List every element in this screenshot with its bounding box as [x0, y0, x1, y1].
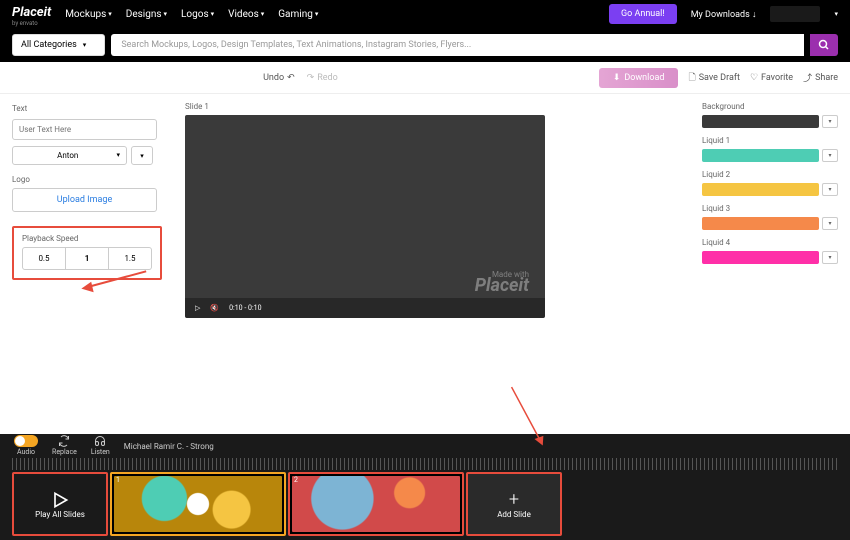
play-icon[interactable]: ▷: [195, 304, 200, 312]
liquid2-color-bar[interactable]: [702, 183, 819, 196]
user-menu[interactable]: [770, 6, 820, 22]
mute-icon[interactable]: 🔇: [210, 304, 219, 312]
search-bar: All Categories▾: [0, 28, 850, 62]
my-downloads-link[interactable]: My Downloads ↓: [691, 9, 757, 20]
nav-videos[interactable]: Videos▾: [228, 9, 264, 20]
color-label-bg: Background: [702, 102, 838, 111]
speed-label: Playback Speed: [22, 234, 152, 243]
background-color-bar[interactable]: [702, 115, 819, 128]
speed-1-button[interactable]: 1: [66, 247, 109, 270]
timeline-slide-2[interactable]: 2: [288, 472, 464, 536]
liquid1-color-bar[interactable]: [702, 149, 819, 162]
timeline-slide-1[interactable]: 1: [110, 472, 286, 536]
replace-icon: [58, 435, 70, 447]
timeline-toolbar: Audio Replace Listen Michael Ramir C. - …: [0, 434, 850, 458]
undo-icon: ↶: [287, 73, 295, 83]
video-controls: ▷ 🔇 0:10 - 0:10: [185, 298, 545, 318]
search-input[interactable]: [111, 34, 804, 56]
download-icon: ⬇: [613, 73, 621, 83]
text-color-select[interactable]: ▾: [131, 146, 153, 165]
speed-0-5-button[interactable]: 0.5: [22, 247, 66, 270]
liquid3-color-bar[interactable]: [702, 217, 819, 230]
user-chevron-icon[interactable]: ▾: [834, 10, 838, 18]
color-label-l1: Liquid 1: [702, 136, 838, 145]
replace-audio-button[interactable]: Replace: [52, 435, 77, 456]
liquid2-color-dd[interactable]: ▾: [822, 183, 838, 196]
play-all-slides-button[interactable]: Play All Slides: [12, 472, 108, 536]
download-button[interactable]: ⬇Download: [599, 68, 679, 88]
timeline: Audio Replace Listen Michael Ramir C. - …: [0, 434, 850, 540]
nav-mockups[interactable]: Mockups▾: [65, 9, 112, 20]
playback-speed-box: Playback Speed 0.5 1 1.5: [12, 226, 162, 280]
liquid3-color-dd[interactable]: ▾: [822, 217, 838, 230]
nav-gaming[interactable]: Gaming▾: [278, 9, 318, 20]
heart-icon: ♡: [750, 73, 758, 83]
add-slide-button[interactable]: + Add Slide: [466, 472, 562, 536]
share-button[interactable]: ⤴Share: [803, 71, 838, 84]
search-button[interactable]: [810, 34, 838, 56]
redo-button[interactable]: ↷ Redo: [307, 73, 338, 83]
share-icon: ⤴: [803, 71, 812, 84]
go-annual-button[interactable]: Go Annual!: [609, 4, 677, 24]
video-time: 0:10 - 0:10: [229, 304, 261, 312]
liquid4-color-bar[interactable]: [702, 251, 819, 264]
play-icon: [50, 490, 70, 510]
timeline-slides: Play All Slides 1 2 + Add Slide: [0, 470, 850, 538]
video-preview[interactable]: Made with Placeit ▷ 🔇 0:10 - 0:10: [185, 115, 545, 318]
editor-area: Text Anton ▾ ▾ Logo Upload Image Playbac…: [0, 94, 850, 434]
favorite-button[interactable]: ♡Favorite: [750, 73, 793, 83]
text-label: Text: [12, 104, 153, 113]
background-color-dd[interactable]: ▾: [822, 115, 838, 128]
save-draft-button[interactable]: 🗋Save Draft: [688, 70, 739, 86]
speed-1-5-button[interactable]: 1.5: [109, 247, 152, 270]
timeline-ruler[interactable]: [12, 458, 838, 470]
save-icon: 🗋: [688, 70, 695, 86]
right-panel: Background ▾ Liquid 1 ▾ Liquid 2 ▾ Liquid 3…: [690, 94, 850, 434]
color-label-l4: Liquid 4: [702, 238, 838, 247]
plus-icon: +: [509, 489, 519, 510]
center-panel: Slide 1 Made with Placeit ▷ 🔇 0:10 - 0:1…: [165, 94, 690, 434]
audio-toggle[interactable]: [14, 435, 38, 447]
user-text-input[interactable]: [12, 119, 157, 140]
font-select[interactable]: Anton ▾: [12, 146, 127, 165]
liquid1-color-dd[interactable]: ▾: [822, 149, 838, 162]
color-label-l2: Liquid 2: [702, 170, 838, 179]
upload-image-button[interactable]: Upload Image: [12, 188, 157, 212]
action-bar: Undo ↶ ↷ Redo ⬇Download 🗋Save Draft ♡Fav…: [0, 62, 850, 94]
liquid4-color-dd[interactable]: ▾: [822, 251, 838, 264]
slide-label: Slide 1: [185, 102, 670, 111]
listen-button[interactable]: Listen: [91, 435, 110, 456]
watermark: Made with Placeit: [475, 270, 529, 296]
search-icon: [818, 39, 830, 51]
logo-label: Logo: [12, 175, 153, 184]
top-nav: Placeit by envato Mockups▾ Designs▾ Logo…: [0, 0, 850, 28]
audio-toggle-label: Audio: [14, 448, 38, 456]
nav-designs[interactable]: Designs▾: [126, 9, 167, 20]
category-select[interactable]: All Categories▾: [12, 34, 105, 56]
color-label-l3: Liquid 3: [702, 204, 838, 213]
slide-1-thumbnail: [114, 476, 282, 532]
nav-logos[interactable]: Logos▾: [181, 9, 214, 20]
slide-2-thumbnail: [292, 476, 460, 532]
headphones-icon: [94, 435, 106, 447]
undo-button[interactable]: Undo ↶: [263, 73, 295, 83]
audio-track-name: Michael Ramir C. - Strong: [124, 442, 214, 451]
redo-icon: ↷: [307, 73, 315, 83]
logo[interactable]: Placeit by envato: [12, 1, 51, 27]
left-panel: Text Anton ▾ ▾ Logo Upload Image Playbac…: [0, 94, 165, 434]
